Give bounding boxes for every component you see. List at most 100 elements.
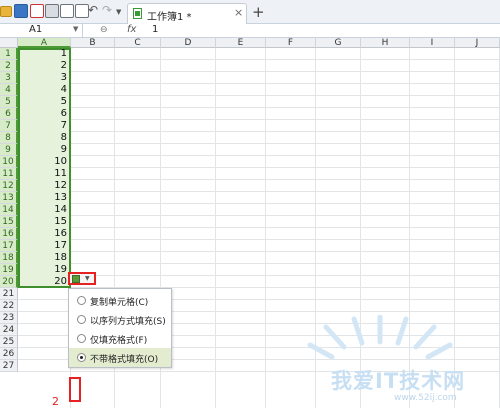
column-gridline	[215, 48, 216, 408]
row-gridline	[18, 131, 500, 132]
column-header-g[interactable]: G	[316, 38, 361, 48]
formula-bar: A1 ▼ ⊖ fx 1	[0, 24, 500, 38]
watermark-text: 我爱IT技术网	[331, 369, 466, 393]
row-header-11[interactable]: 11	[0, 168, 18, 180]
radio-icon[interactable]	[77, 334, 86, 343]
cell-a9[interactable]: 9	[18, 144, 67, 156]
column-header-a[interactable]: A	[18, 38, 71, 48]
row-header-2[interactable]: 2	[0, 60, 18, 72]
cell-a8[interactable]: 8	[18, 132, 67, 144]
cell-a3[interactable]: 3	[18, 72, 67, 84]
row-header-22[interactable]: 22	[0, 300, 18, 312]
row-header-23[interactable]: 23	[0, 312, 18, 324]
folder-open-icon[interactable]	[0, 6, 12, 17]
redo-icon[interactable]: ↷	[102, 3, 116, 17]
row-header-4[interactable]: 4	[0, 84, 18, 96]
row-header-10[interactable]: 10	[0, 156, 18, 168]
row-header-14[interactable]: 14	[0, 204, 18, 216]
chevron-down-icon: ▼	[85, 275, 90, 282]
row-header-19[interactable]: 19	[0, 264, 18, 276]
select-all-corner[interactable]	[0, 38, 18, 48]
cell-a12[interactable]: 12	[18, 180, 67, 192]
row-header-24[interactable]: 24	[0, 324, 18, 336]
tab-workbook1[interactable]: 工作簿1 * ×	[127, 3, 247, 24]
cell-a17[interactable]: 17	[18, 240, 67, 252]
menu-item-fill-formatting-only[interactable]: 仅填充格式(F)	[69, 329, 171, 348]
row-gridline	[18, 179, 500, 180]
row-gridline	[18, 119, 500, 120]
row-header-12[interactable]: 12	[0, 180, 18, 192]
row-header-17[interactable]: 17	[0, 240, 18, 252]
row-header-3[interactable]: 3	[0, 72, 18, 84]
row-header-16[interactable]: 16	[0, 228, 18, 240]
row-header-20[interactable]: 20	[0, 276, 18, 288]
row-header-18[interactable]: 18	[0, 252, 18, 264]
row-header-25[interactable]: 25	[0, 336, 18, 348]
cell-a4[interactable]: 4	[18, 84, 67, 96]
cell-a10[interactable]: 10	[18, 156, 67, 168]
row-header-21[interactable]: 21	[0, 288, 18, 300]
close-icon[interactable]: ×	[234, 6, 243, 19]
cell-reference: A1	[29, 24, 43, 35]
row-header-6[interactable]: 6	[0, 108, 18, 120]
row-gridline	[18, 107, 500, 108]
radio-selected-icon[interactable]	[77, 353, 86, 362]
print-icon[interactable]	[45, 4, 59, 18]
export-icon[interactable]	[75, 4, 89, 18]
row-header-27[interactable]: 27	[0, 360, 18, 372]
zoom-icon[interactable]: ⊖	[100, 25, 108, 35]
column-header-d[interactable]: D	[161, 38, 216, 48]
menu-item-label: 仅填充格式(F)	[90, 336, 148, 346]
column-header-c[interactable]: C	[115, 38, 161, 48]
row-header-13[interactable]: 13	[0, 192, 18, 204]
cell-a13[interactable]: 13	[18, 192, 67, 204]
column-header-f[interactable]: F	[266, 38, 316, 48]
radio-icon[interactable]	[77, 315, 86, 324]
fx-icon[interactable]: fx	[127, 24, 136, 35]
row-header-9[interactable]: 9	[0, 144, 18, 156]
cell-a20[interactable]: 20	[18, 276, 67, 288]
radio-icon[interactable]	[77, 296, 86, 305]
cell-a14[interactable]: 14	[18, 204, 67, 216]
row-gridline	[18, 155, 500, 156]
column-header-b[interactable]: B	[71, 38, 115, 48]
row-gridline	[18, 227, 500, 228]
quick-access-toolbar: ↶ ↷ ▼ 工作簿1 * × +	[0, 0, 500, 24]
tab-title: 工作簿1 *	[147, 12, 192, 23]
row-header-15[interactable]: 15	[0, 216, 18, 228]
cell-a18[interactable]: 18	[18, 252, 67, 264]
name-box[interactable]: A1 ▼	[0, 24, 83, 37]
autofill-options-button[interactable]: ▼	[68, 272, 96, 285]
column-header-i[interactable]: I	[410, 38, 455, 48]
column-header-h[interactable]: H	[361, 38, 410, 48]
row-header-8[interactable]: 8	[0, 132, 18, 144]
undo-icon[interactable]: ↶	[88, 3, 102, 17]
row-header-5[interactable]: 5	[0, 96, 18, 108]
chevron-down-icon[interactable]: ▼	[73, 25, 78, 33]
cell-a15[interactable]: 15	[18, 216, 67, 228]
cell-a16[interactable]: 16	[18, 228, 67, 240]
formula-input[interactable]: 1	[152, 24, 158, 35]
cell-a6[interactable]: 6	[18, 108, 67, 120]
column-header-e[interactable]: E	[216, 38, 266, 48]
cell-a5[interactable]: 5	[18, 96, 67, 108]
menu-item-copy-cells[interactable]: 复制单元格(C)	[69, 291, 171, 310]
cell-a19[interactable]: 19	[18, 264, 67, 276]
new-tab-button[interactable]: +	[252, 3, 265, 21]
row-gridline	[18, 251, 500, 252]
cell-a7[interactable]: 7	[18, 120, 67, 132]
row-header-26[interactable]: 26	[0, 348, 18, 360]
cell-a2[interactable]: 2	[18, 60, 67, 72]
pdf-export-icon[interactable]	[30, 4, 44, 18]
cell-a11[interactable]: 11	[18, 168, 67, 180]
save-icon[interactable]	[14, 4, 28, 18]
annotation-highlight-box	[69, 377, 81, 402]
row-gridline	[18, 143, 500, 144]
row-header-1[interactable]: 1	[0, 48, 18, 60]
menu-item-fill-without-formatting[interactable]: 不带格式填充(O)	[69, 348, 171, 367]
column-header-j[interactable]: J	[455, 38, 500, 48]
print-preview-icon[interactable]	[60, 4, 74, 18]
menu-item-fill-series[interactable]: 以序列方式填充(S)	[69, 310, 171, 329]
row-header-7[interactable]: 7	[0, 120, 18, 132]
cell-a1[interactable]: 1	[18, 48, 67, 60]
